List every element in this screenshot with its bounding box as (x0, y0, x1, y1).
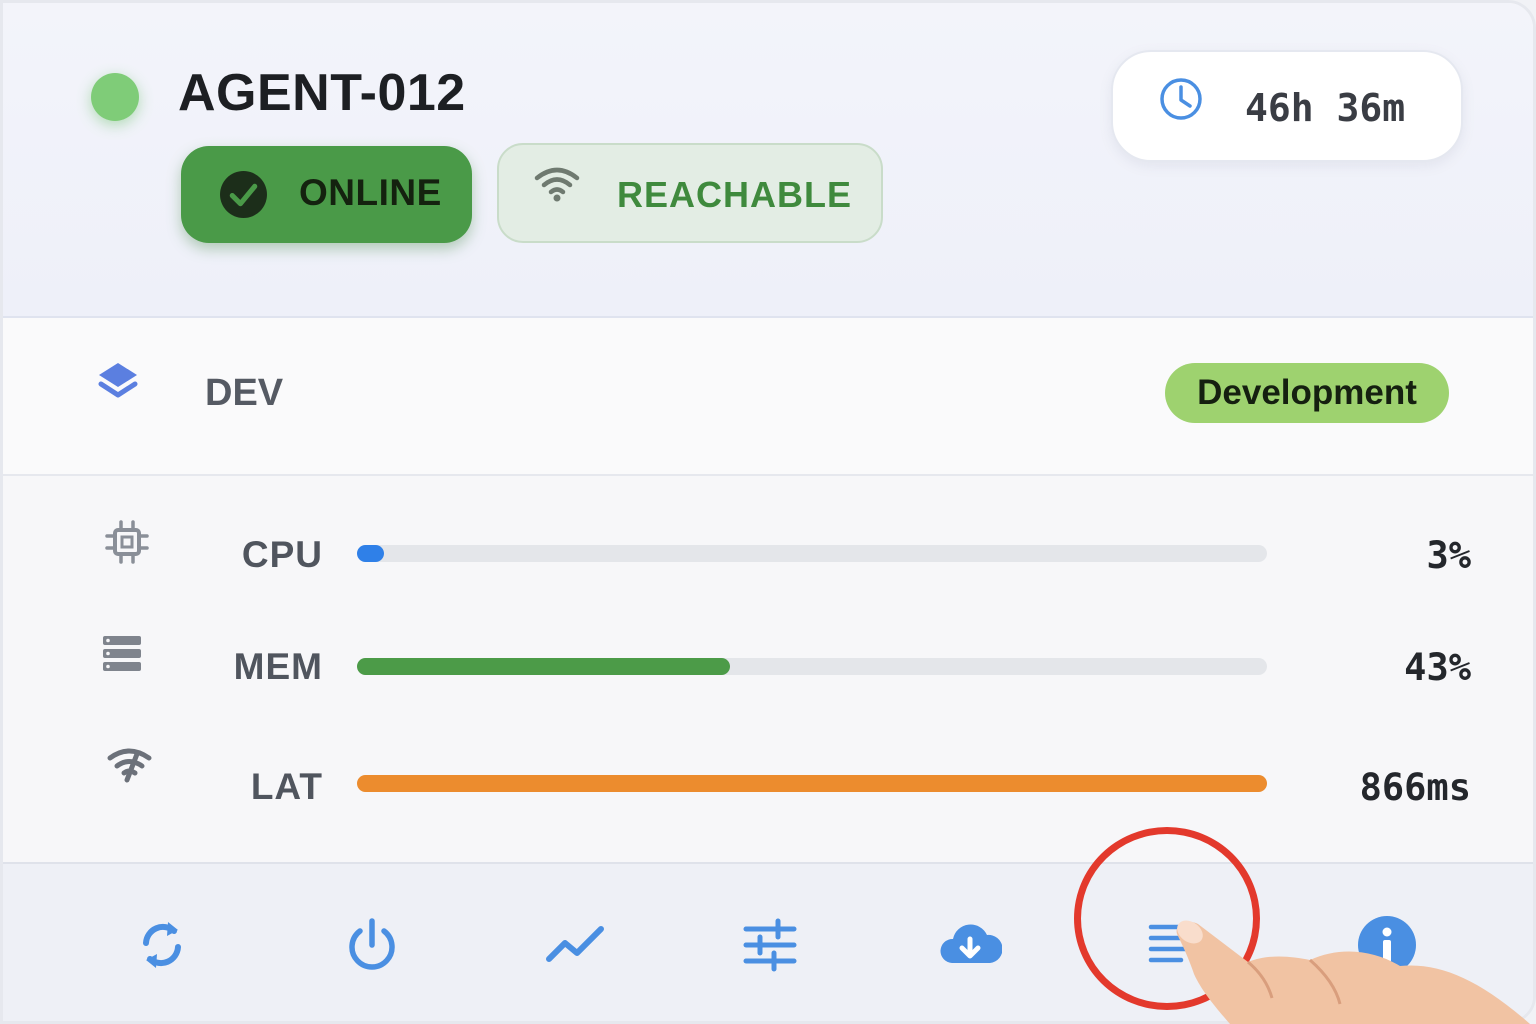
chip-icon (105, 520, 149, 564)
mem-progress-track (357, 658, 1267, 675)
status-dot (91, 73, 139, 121)
cloud-download-icon (940, 924, 1003, 963)
environment-badge: Development (1165, 363, 1449, 423)
metric-value-lat: 866ms (1359, 766, 1471, 809)
check-circle-icon (220, 171, 267, 218)
reachable-label: REACHABLE (617, 174, 853, 215)
cpu-progress-track (357, 545, 1267, 562)
metric-row-lat: LAT 866ms (3, 742, 1533, 822)
metric-label-cpu: CPU (241, 534, 323, 575)
online-status-badge: ONLINE (181, 146, 472, 243)
cpu-progress-fill (357, 545, 385, 562)
agent-header: AGENT-012 ONLINE REACHABLE 46h 36m (3, 3, 1533, 318)
memory-icon (103, 636, 141, 671)
metrics-panel: CPU 3% MEM 43% LAT 866ms (3, 476, 1533, 864)
lat-progress-fill (357, 775, 1267, 792)
sliders-icon (743, 918, 797, 972)
refresh-icon (143, 922, 181, 968)
clock-icon (1160, 78, 1202, 120)
agent-card: AGENT-012 ONLINE REACHABLE 46h 36m DEV D… (0, 0, 1536, 1024)
info-button[interactable] (1355, 913, 1419, 977)
metric-label-mem: MEM (233, 646, 323, 687)
chart-line-icon (546, 926, 604, 962)
cloud-download-button[interactable] (938, 913, 1003, 977)
layers-icon (98, 363, 138, 398)
refresh-button[interactable] (130, 913, 194, 977)
wifi-icon (534, 167, 580, 202)
power-icon (349, 918, 395, 970)
environment-row: DEV Development (3, 318, 1533, 476)
online-status-label: ONLINE (299, 172, 442, 213)
metric-value-mem: 43% (1404, 646, 1471, 689)
agent-name: AGENT-012 (178, 64, 466, 122)
metric-row-cpu: CPU 3% (3, 516, 1533, 596)
environment-code: DEV (205, 372, 284, 414)
info-icon (1358, 916, 1416, 974)
settings-sliders-button[interactable] (738, 913, 802, 977)
logs-list-icon (1148, 924, 1200, 963)
lat-progress-track (357, 775, 1267, 792)
uptime-value: 46h 36m (1245, 86, 1406, 130)
uptime-pill: 46h 36m (1111, 50, 1463, 162)
metric-label-lat: LAT (250, 766, 323, 807)
reachable-badge: REACHABLE (497, 143, 883, 243)
mem-progress-fill (357, 658, 731, 675)
metric-value-cpu: 3% (1426, 534, 1471, 577)
metric-row-mem: MEM 43% (3, 626, 1533, 706)
logs-button[interactable] (1143, 913, 1207, 977)
signal-icon (107, 748, 152, 783)
metrics-chart-button[interactable] (543, 913, 607, 977)
action-toolbar (3, 864, 1533, 1021)
power-button[interactable] (340, 913, 404, 977)
